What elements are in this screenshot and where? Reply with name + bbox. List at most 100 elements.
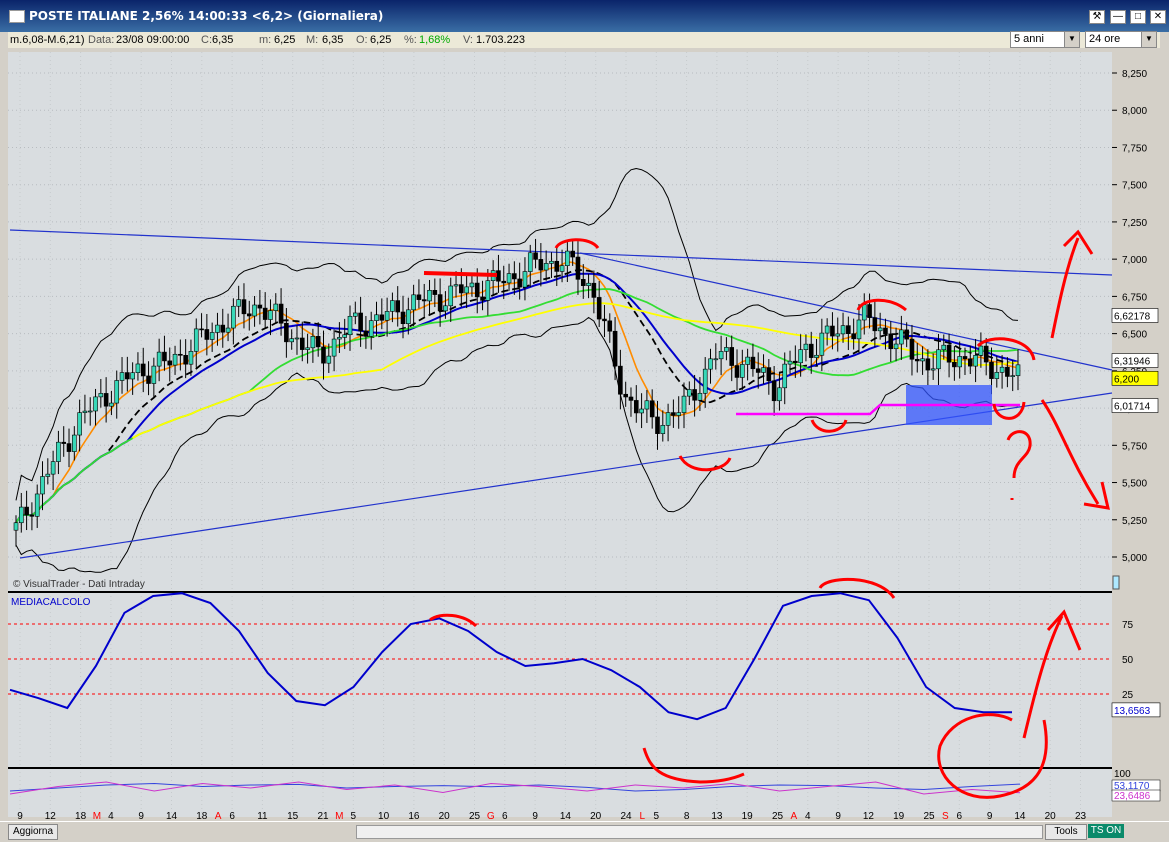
candle-body [724,347,729,352]
candle-body [156,351,162,367]
quote-info-bar: m.6,08-M.6,21) Data: 23/08 09:00:00 C: 6… [8,32,1160,48]
candle-body [835,333,841,337]
candle-body [135,363,141,373]
candle-body [262,307,268,320]
chevron-down-icon: ▼ [1141,32,1156,47]
candle-body [989,361,994,379]
candle-body [87,410,93,413]
x-day-label: 9 [532,811,538,821]
candle-body [649,400,655,418]
open-label: O: [356,34,368,46]
candle-body [480,296,485,301]
candle-body [437,294,443,312]
candle-body [883,327,888,335]
candle-body [379,314,385,321]
candle-body [899,329,904,345]
annotation-line [423,271,498,277]
x-day-label: 14 [166,811,178,821]
candle-body [527,252,533,272]
candle-body [655,416,660,434]
candle-body [920,358,925,362]
candle-body [586,282,591,286]
y-tick-label: 6,750 [1122,292,1147,303]
candle-body [50,461,56,475]
x-day-label: 11 [257,811,268,821]
maximize-button[interactable]: □ [1130,10,1146,24]
candle-body [501,280,507,284]
candle-body [1005,366,1010,377]
candle-body [983,345,989,363]
candle-body [782,363,788,389]
candle-body [162,351,167,362]
candle-body [125,372,130,380]
x-day-label: 10 [378,811,390,821]
candle-body [326,355,332,364]
close-label: C: [201,34,212,46]
x-day-label: 5 [654,811,660,821]
x-month-label: S [942,811,949,821]
candle-body [140,363,146,377]
candle-body [45,473,51,477]
candle-body [681,395,687,413]
x-day-label: 6 [229,811,235,821]
candle-body [209,332,215,340]
tools-button[interactable]: Tools [1045,824,1087,840]
candle-body [459,284,464,294]
x-day-label: 4 [805,811,811,821]
candle-body [914,358,920,362]
candle-body [824,325,830,334]
right-axis-panel [1112,52,1162,817]
x-day-label: 25 [923,811,935,821]
candle-body [522,271,528,288]
candle-body [692,389,697,401]
candle-body [278,303,284,324]
interval-select[interactable]: 24 ore ▼ [1085,31,1157,48]
pin-icon[interactable]: ⚒ [1089,10,1105,24]
candle-body [787,360,793,365]
period-select[interactable]: 5 anni ▼ [1010,31,1080,48]
candle-body [549,260,554,264]
x-day-label: 12 [45,811,57,821]
candle-body [793,360,798,364]
candle-body [109,402,114,407]
candle-body [130,372,135,380]
status-bar: Aggiorna Tools TS ON [0,821,1169,842]
candle-body [215,324,220,333]
osc2-value-label: 23,6486 [1114,791,1151,802]
x-day-label: 9 [987,811,993,821]
candle-body [543,263,549,271]
x-day-label: 6 [502,811,508,821]
candle-body [390,300,395,312]
candle-body [358,312,363,332]
candle-body [284,322,289,343]
candle-body [294,337,300,340]
candle-body [167,360,173,366]
candle-body [702,368,708,394]
x-day-label: 12 [863,811,875,821]
candle-body [941,344,947,351]
candle-body [973,355,978,367]
window-title: POSTE ITALIANE 2,56% 14:00:33 <6,2> (Gio… [29,9,384,23]
price-label: 6,62178 [1114,311,1151,322]
data-label: Data: [88,34,115,46]
close-button[interactable]: ✕ [1150,10,1166,24]
candle-body [299,337,305,350]
candle-body [231,305,236,329]
aggiorna-button[interactable]: Aggiorna [8,824,58,840]
ts-on-button[interactable]: TS ON [1088,824,1124,838]
candle-body [538,259,544,271]
data-value: 23/08 09:00:00 [116,34,190,46]
y-tick-label: 8,250 [1122,69,1147,80]
minimize-button[interactable]: — [1110,10,1126,24]
horizontal-scrollbar[interactable] [356,825,1043,839]
candle-body [321,346,326,364]
candle-body [103,393,109,407]
candle-body [596,297,602,320]
mediacalcolo-title: MEDIACALCOLO [11,597,91,608]
candle-body [40,476,45,495]
candle-body [962,356,968,360]
candle-body [289,338,294,343]
candle-body [565,250,570,266]
candle-body [978,345,984,356]
candle-body [559,265,565,272]
